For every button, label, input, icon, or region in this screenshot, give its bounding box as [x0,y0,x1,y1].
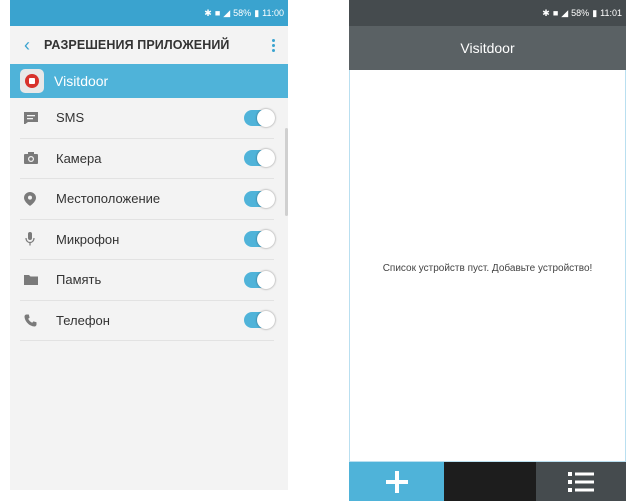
kebab-menu-icon[interactable] [258,38,288,52]
battery-percent: 58% [571,8,590,18]
notification-icon: ■ [552,7,559,18]
message-icon [20,111,56,124]
status-time: 11:01 [600,8,622,18]
signal-icon: ◢ [561,7,569,18]
permission-row-microphone[interactable]: Микрофон [20,220,275,260]
permission-toggle[interactable] [244,189,275,208]
app-title: Visitdoor [460,40,515,56]
battery-icon: ▮ [254,7,260,18]
signal-icon: ◢ [223,7,231,18]
bottom-bar [349,462,626,501]
app-title-bar: Visitdoor [349,26,626,70]
empty-list-message: Список устройств пуст. Добавьте устройст… [382,263,593,274]
permission-label: SMS [56,110,85,126]
permissions-screen: ✱ ■ ◢ 58% ▮ 11:00 ‹ РАЗРЕШЕНИЯ ПРИЛОЖЕНИ… [10,0,288,490]
status-bar: ✱ ■ ◢ 58% ▮ 11:00 [10,0,288,26]
permission-row-camera[interactable]: Камера [20,139,275,179]
permission-row-phone[interactable]: Телефон [20,301,275,341]
folder-icon [20,274,56,286]
permission-row-storage[interactable]: Память [20,260,275,301]
battery-percent: 58% [233,8,252,18]
phone-icon [20,314,56,327]
permission-toggle[interactable] [244,108,275,127]
permission-label: Телефон [56,312,110,328]
permission-label: Камера [56,150,102,166]
permission-toggle[interactable] [244,149,275,168]
list-button[interactable] [536,462,626,501]
permission-label: Память [56,272,102,288]
scroll-indicator [285,128,288,216]
permission-toggle[interactable] [244,311,275,330]
visitdoor-logo-icon [20,69,44,93]
page-title: РАЗРЕШЕНИЯ ПРИЛОЖЕНИЙ [44,38,230,52]
status-bar: ✱ ■ ◢ 58% ▮ 11:01 [349,0,626,26]
permission-toggle[interactable] [244,270,275,289]
bottom-bar-middle [444,462,536,501]
chevron-left-icon[interactable]: ‹ [10,36,44,54]
add-device-button[interactable] [349,462,444,501]
microphone-icon [20,232,56,246]
permission-toggle[interactable] [244,230,275,249]
app-bar: ‹ РАЗРЕШЕНИЯ ПРИЛОЖЕНИЙ [10,26,288,64]
list-icon [568,471,594,492]
plus-icon [385,470,408,493]
bluetooth-icon: ✱ [204,7,212,18]
permission-label: Местоположение [56,191,161,207]
camera-icon [20,152,56,165]
device-list-screen: ✱ ■ ◢ 58% ▮ 11:01 Visitdoor Список устро… [349,0,626,501]
location-pin-icon [20,191,56,206]
battery-icon: ▮ [592,7,598,18]
status-time: 11:00 [262,8,284,18]
app-name: Visitdoor [54,73,109,89]
permission-row-sms[interactable]: SMS [20,98,275,139]
app-header-row: Visitdoor [10,64,288,98]
bluetooth-icon: ✱ [542,7,550,18]
permission-row-location[interactable]: Местоположение [20,179,275,220]
permission-label: Микрофон [56,231,120,247]
notification-icon: ■ [214,7,221,18]
